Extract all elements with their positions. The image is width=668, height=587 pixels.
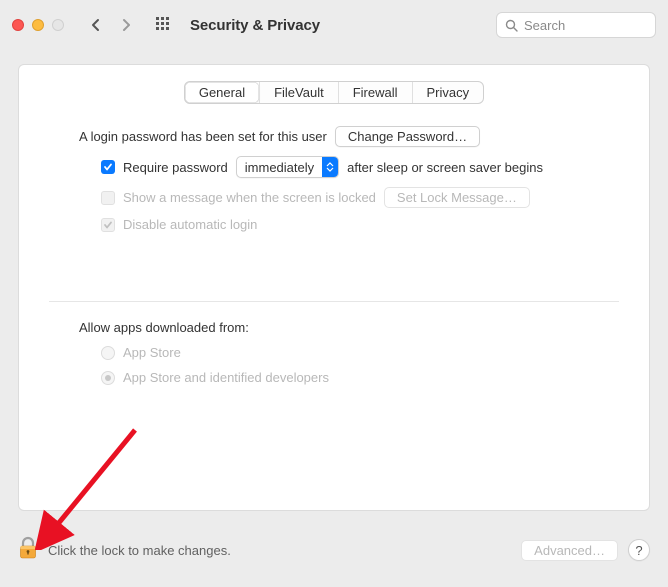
traffic-lights (12, 19, 64, 31)
gatekeeper-heading: Allow apps downloaded from: (79, 320, 619, 335)
gatekeeper-option-label: App Store (123, 345, 181, 360)
require-password-row: Require password immediately after sleep… (79, 156, 619, 178)
tab-general[interactable]: General (185, 82, 259, 103)
preferences-panel: General FileVault Firewall Privacy A log… (18, 64, 650, 511)
login-password-row: A login password has been set for this u… (79, 126, 619, 147)
show-message-label: Show a message when the screen is locked (123, 190, 376, 205)
set-lock-message-button: Set Lock Message… (384, 187, 530, 208)
disable-auto-login-row: Disable automatic login (79, 217, 619, 232)
gatekeeper-option-identified: App Store and identified developers (79, 370, 619, 385)
zoom-window-button[interactable] (52, 19, 64, 31)
login-password-text: A login password has been set for this u… (79, 129, 327, 144)
tab-filevault[interactable]: FileVault (259, 82, 338, 103)
close-window-button[interactable] (12, 19, 24, 31)
show-message-row: Show a message when the screen is locked… (79, 187, 619, 208)
show-message-checkbox (101, 191, 115, 205)
show-all-prefs-button[interactable] (156, 17, 172, 33)
advanced-button[interactable]: Advanced… (521, 540, 618, 561)
search-icon (505, 19, 518, 32)
stepper-icon (322, 157, 338, 177)
gatekeeper-option-label: App Store and identified developers (123, 370, 329, 385)
forward-button[interactable] (114, 13, 138, 37)
require-password-prefix: Require password (123, 160, 228, 175)
require-password-delay-value: immediately (237, 160, 322, 175)
minimize-window-button[interactable] (32, 19, 44, 31)
search-input[interactable] (524, 18, 647, 33)
lock-hint-text: Click the lock to make changes. (48, 543, 231, 558)
nav-buttons (84, 13, 138, 37)
require-password-delay-popup[interactable]: immediately (236, 156, 339, 178)
lock-group: Click the lock to make changes. (18, 536, 231, 565)
back-button[interactable] (84, 13, 108, 37)
window-title: Security & Privacy (190, 17, 320, 34)
disable-auto-login-checkbox (101, 218, 115, 232)
segmented-control: General FileVault Firewall Privacy (184, 81, 484, 104)
general-section: A login password has been set for this u… (19, 104, 649, 232)
checkmark-icon (103, 162, 113, 172)
tab-privacy[interactable]: Privacy (412, 82, 484, 103)
search-field-wrap[interactable] (496, 12, 656, 38)
require-password-checkbox[interactable] (101, 160, 115, 174)
require-password-suffix: after sleep or screen saver begins (347, 160, 543, 175)
checkmark-icon (103, 220, 113, 230)
radio-button (101, 371, 115, 385)
tab-firewall[interactable]: Firewall (338, 82, 412, 103)
radio-button (101, 346, 115, 360)
gatekeeper-option-appstore: App Store (79, 345, 619, 360)
gatekeeper-section: Allow apps downloaded from: App Store Ap… (19, 302, 649, 385)
footer-bar: Click the lock to make changes. Advanced… (18, 525, 650, 575)
change-password-button[interactable]: Change Password… (335, 126, 480, 147)
disable-auto-login-label: Disable automatic login (123, 217, 257, 232)
lock-icon[interactable] (18, 536, 38, 565)
window-toolbar: Security & Privacy (0, 0, 668, 50)
tab-bar: General FileVault Firewall Privacy (19, 81, 649, 104)
help-button[interactable]: ? (628, 539, 650, 561)
